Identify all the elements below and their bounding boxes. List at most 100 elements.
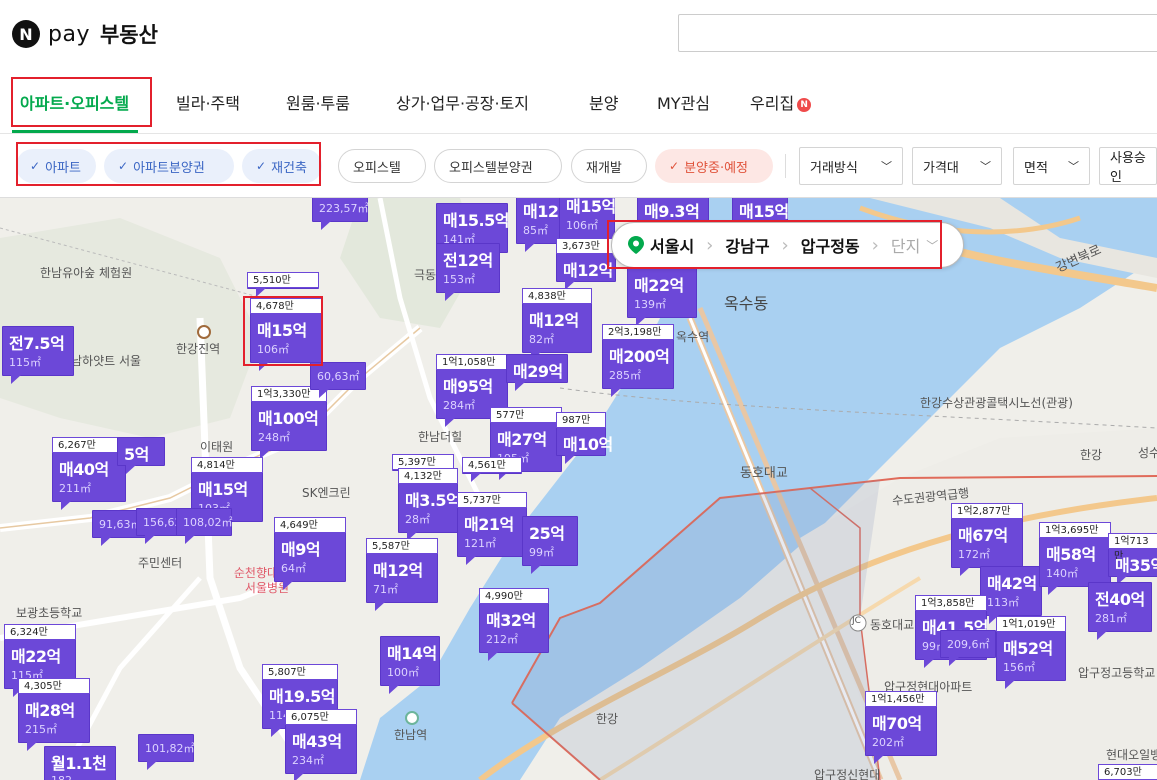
- price-marker[interactable]: 매15억: [732, 198, 789, 231]
- deal-type-dropdown[interactable]: 거래방식 ﹀: [799, 147, 903, 185]
- search-box[interactable]: [678, 14, 1157, 52]
- filter-officetel-presale-right[interactable]: 오피스텔분양권: [434, 149, 562, 183]
- filter-presale-ongoing[interactable]: ✓ 분양중·예정: [655, 149, 773, 183]
- chevron-right-icon: ›: [781, 234, 789, 256]
- marker-unit-price: 1억2,877만: [951, 503, 1023, 519]
- breadcrumb-city[interactable]: 서울시: [650, 233, 694, 257]
- tab-commercial-land[interactable]: 상가·업무·공장·토지: [396, 90, 529, 114]
- marker-price: 매35억: [1115, 556, 1157, 575]
- label-oksu-dong: 옥수동: [724, 294, 769, 313]
- filter-redevelopment[interactable]: 재개발: [571, 149, 647, 183]
- tab-apartment-officetel[interactable]: 아파트·오피스텔: [20, 90, 129, 114]
- price-marker[interactable]: 108,02㎡: [176, 508, 233, 544]
- marker-unit-price: 4,132만: [398, 468, 458, 484]
- price-marker[interactable]: 2억3,198만 매200억 285㎡: [602, 324, 674, 397]
- price-marker[interactable]: 4,990만 매32억 212㎡: [479, 588, 549, 661]
- marker-price: 매42억: [987, 574, 1037, 593]
- price-marker[interactable]: 4,838만 매12억 82㎡: [522, 288, 592, 361]
- area-dropdown[interactable]: 면적 ﹀: [1013, 147, 1090, 185]
- approval-year-dropdown[interactable]: 사용승인: [1099, 147, 1157, 185]
- price-marker[interactable]: 매14억 100㎡: [380, 636, 440, 694]
- price-marker[interactable]: 1억3,695만 매58억 140㎡: [1039, 522, 1111, 595]
- price-marker[interactable]: 4,678만 매15억 106㎡: [250, 298, 322, 371]
- price-marker[interactable]: 1억1,456만 매70억 202㎡: [865, 691, 937, 764]
- marker-price: 매15.5억: [443, 211, 509, 230]
- price-range-dropdown[interactable]: 가격대 ﹀: [912, 147, 1002, 185]
- breadcrumb-dong[interactable]: 압구정동: [801, 233, 860, 257]
- tab-villa-house[interactable]: 빌라·주택: [176, 90, 240, 114]
- price-marker[interactable]: 6,703만: [1098, 764, 1157, 780]
- marker-unit-price: 4,561만: [462, 457, 522, 473]
- marker-price: 매15억: [198, 480, 248, 499]
- price-marker[interactable]: 매42억 113㎡: [980, 566, 1042, 624]
- naver-pay-logo[interactable]: N pay 부동산: [12, 18, 158, 50]
- marker-unit-price: 4,649만: [274, 517, 346, 533]
- filter-reconstruction[interactable]: ✓ 재건축: [242, 149, 322, 183]
- search-input[interactable]: [679, 15, 1157, 51]
- price-marker[interactable]: 209,6㎡: [940, 630, 996, 666]
- price-marker[interactable]: 전40억 281㎡: [1088, 582, 1152, 640]
- price-marker[interactable]: 매29억: [506, 354, 568, 391]
- marker-unit-price: 6,703만: [1098, 764, 1157, 780]
- marker-price: 매70억: [872, 714, 922, 733]
- marker-price: 매200억: [609, 347, 670, 366]
- marker-area: 153㎡: [443, 273, 475, 286]
- price-marker[interactable]: 3,673만 매12억: [556, 238, 616, 290]
- tab-my-interest[interactable]: MY관심: [657, 90, 710, 114]
- price-marker[interactable]: 25억 99㎡: [522, 516, 578, 574]
- marker-area: 82㎡: [529, 333, 554, 346]
- marker-price: 매22억: [634, 276, 684, 295]
- marker-area: 100㎡: [387, 666, 419, 679]
- price-marker[interactable]: 60,63㎡: [310, 362, 366, 398]
- price-marker[interactable]: 1억3,330만 매100억 248㎡: [251, 386, 327, 459]
- filter-officetel[interactable]: 오피스텔: [338, 149, 426, 183]
- price-marker[interactable]: 5,587만 매12억 71㎡: [366, 538, 438, 611]
- chevron-down-icon: ﹀: [1068, 160, 1079, 173]
- price-marker[interactable]: 223,57㎡: [312, 198, 369, 230]
- price-marker[interactable]: 5,510만: [247, 272, 319, 297]
- marker-area: 211㎡: [59, 482, 91, 495]
- map-canvas[interactable]: 한남유아숲 체험원 한강진역 이태원 SK엔크린 주민센터 보광초등학교 순천향…: [0, 198, 1157, 780]
- marker-area: 281㎡: [1095, 612, 1127, 625]
- marker-price: 매100억: [258, 409, 319, 428]
- price-marker[interactable]: 매22억 139㎡: [627, 268, 697, 326]
- price-marker[interactable]: 101,82㎡: [138, 734, 195, 770]
- price-marker[interactable]: 월1.1천182: [44, 746, 116, 780]
- price-marker[interactable]: 1억713만매35억: [1108, 533, 1157, 585]
- marker-area: 234㎡: [292, 754, 324, 767]
- price-marker[interactable]: 4,649만 매9억 64㎡: [274, 517, 346, 590]
- price-marker[interactable]: 5,737만 매21억 121㎡: [457, 492, 527, 565]
- price-marker[interactable]: 5억: [117, 437, 165, 474]
- price-marker[interactable]: 4,132만 매3.5억 28㎡: [398, 468, 461, 541]
- breadcrumb-district[interactable]: 강남구: [725, 233, 769, 257]
- price-marker[interactable]: 6,267만 매40억 211㎡: [52, 437, 126, 510]
- price-marker[interactable]: 4,561만: [462, 457, 522, 482]
- filter-apartment-presale-right[interactable]: ✓ 아파트분양권: [104, 149, 234, 183]
- marker-price: 월1.1천: [51, 754, 107, 773]
- label-apgujeong-high-school: 압구정고등학교: [1078, 666, 1156, 680]
- marker-price: 전40억: [1095, 590, 1145, 609]
- breadcrumb-complex[interactable]: 단지: [891, 233, 920, 257]
- price-marker[interactable]: 987만 매10억: [556, 412, 613, 464]
- marker-area: 248㎡: [258, 431, 290, 444]
- price-marker[interactable]: 전7.5억 115㎡: [2, 326, 74, 384]
- marker-price: 전12억: [443, 251, 493, 270]
- filter-label: 재건축: [271, 160, 307, 176]
- price-marker[interactable]: 매9.3억: [637, 198, 709, 231]
- marker-area: 108,02㎡: [183, 516, 233, 529]
- price-marker[interactable]: 매15억 106㎡: [559, 198, 616, 247]
- tab-presale[interactable]: 분양: [589, 90, 618, 114]
- price-marker[interactable]: 1억1,019만 매52억 156㎡: [996, 616, 1066, 689]
- marker-price: 매58억: [1046, 545, 1096, 564]
- price-marker[interactable]: 전12억 153㎡: [436, 243, 500, 301]
- filter-apartment[interactable]: ✓ 아파트: [16, 149, 96, 183]
- marker-area: 106㎡: [566, 219, 598, 232]
- marker-unit-price: 1억3,858만: [915, 595, 987, 611]
- price-marker[interactable]: 1억2,877만 매67억 172㎡: [951, 503, 1023, 576]
- price-marker[interactable]: 4,305만 매28억 215㎡: [18, 678, 90, 751]
- tab-my-home[interactable]: 우리집 N: [750, 90, 812, 114]
- tab-oneroom-tworoom[interactable]: 원룸·투룸: [286, 90, 350, 114]
- price-marker[interactable]: 6,075만 매43억 234㎡: [285, 709, 357, 780]
- marker-price: 매9억: [281, 540, 321, 559]
- marker-unit-price: 577만: [490, 407, 562, 423]
